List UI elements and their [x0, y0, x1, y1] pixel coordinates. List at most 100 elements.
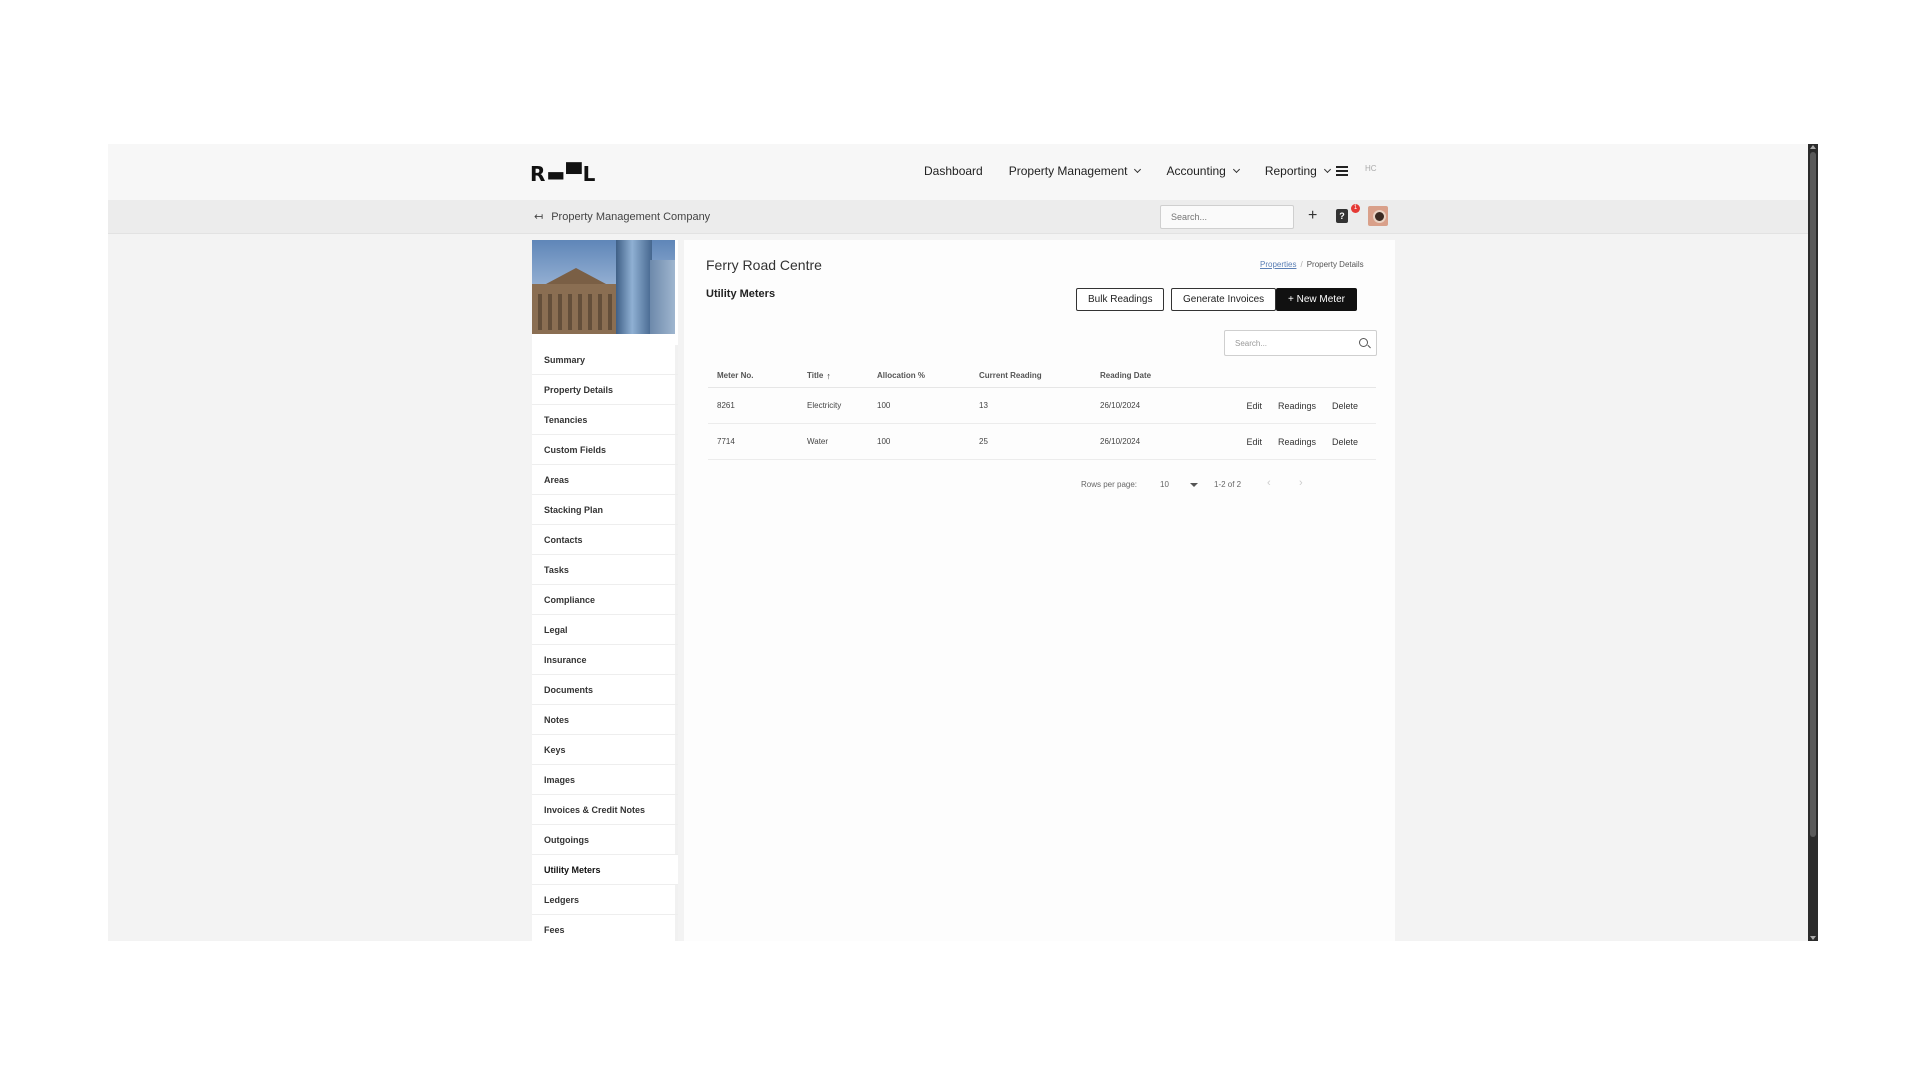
top-navigation: R▬▀L Dashboard Property Management Accou… [108, 144, 1814, 200]
edit-button[interactable]: Edit [1246, 437, 1262, 447]
scrollbar-thumb[interactable] [1810, 152, 1816, 837]
tower-shape [616, 240, 652, 334]
sidebar-item-utility-meters[interactable]: Utility Meters [532, 855, 678, 885]
scroll-up-icon[interactable] [1810, 145, 1816, 149]
sidebar-item-summary[interactable]: Summary [532, 345, 678, 375]
col-title[interactable]: Title ↑ [798, 371, 868, 381]
section-title: Utility Meters [706, 288, 776, 300]
chevron-right-icon[interactable]: › [1299, 477, 1303, 489]
sidebar-item-property-details[interactable]: Property Details [532, 375, 678, 405]
sidebar-item-legal[interactable]: Legal [532, 615, 678, 645]
readings-button[interactable]: Readings [1278, 401, 1316, 411]
cell-allocation: 100 [877, 437, 891, 446]
main-content: Ferry Road Centre Properties / Property De… [684, 240, 1395, 941]
plus-icon[interactable]: + [1308, 207, 1317, 225]
cell-meter-no: 8261 [717, 401, 735, 410]
search-placeholder: Search... [1235, 339, 1268, 348]
chevron-left-icon[interactable]: ‹ [1267, 477, 1271, 489]
sidebar-item-areas[interactable]: Areas [532, 465, 678, 495]
sidebar-item-documents[interactable]: Documents [532, 675, 678, 705]
bulk-readings-button[interactable]: Bulk Readings [1076, 288, 1165, 311]
scrollbar[interactable] [1808, 144, 1818, 941]
col-title-label: Title [807, 371, 824, 380]
cell-meter-no: 7714 [717, 437, 735, 446]
nav-reporting[interactable]: Reporting [1264, 164, 1331, 178]
breadcrumb-current: Property Details [1306, 260, 1364, 269]
generate-invoices-button[interactable]: Generate Invoices [1171, 288, 1277, 311]
sidebar-item-outgoings[interactable]: Outgoings [532, 825, 678, 855]
nav-label: Property Management [1008, 164, 1128, 178]
sidebar-item-notes[interactable]: Notes [532, 705, 678, 735]
col-reading-date[interactable]: Reading Date [1091, 371, 1231, 380]
new-meter-button[interactable]: + New Meter [1276, 288, 1357, 311]
sidebar-item-keys[interactable]: Keys [532, 735, 678, 765]
breadcrumb-separator: / [1300, 260, 1303, 269]
page-title: Ferry Road Centre [706, 257, 822, 273]
cell-allocation: 100 [877, 401, 891, 410]
help-icon[interactable]: ? [1336, 209, 1348, 223]
nav-label: Dashboard [924, 164, 983, 178]
delete-button[interactable]: Delete [1332, 437, 1358, 447]
row-actions: Edit Readings Delete [1231, 437, 1376, 447]
sidebar-item-tenancies[interactable]: Tenancies [532, 405, 678, 435]
sort-ascending-icon: ↑ [826, 370, 831, 381]
chevron-down-icon [1323, 165, 1331, 174]
cell-current-reading: 13 [979, 401, 988, 410]
nav-dashboard[interactable]: Dashboard [924, 164, 983, 178]
row-actions: Edit Readings Delete [1231, 401, 1376, 411]
sidebar-item-stacking-plan[interactable]: Stacking Plan [532, 495, 678, 525]
sidebar-item-custom-fields[interactable]: Custom Fields [532, 435, 678, 465]
property-image [532, 240, 675, 334]
sidebar-item-tasks[interactable]: Tasks [532, 555, 678, 585]
rows-per-page-select[interactable]: 10 [1160, 480, 1169, 489]
building-windows-shape [538, 294, 618, 330]
tower-shape [650, 260, 675, 334]
sidebar-item-insurance[interactable]: Insurance [532, 645, 678, 675]
cell-reading-date: 26/10/2024 [1100, 401, 1141, 410]
user-initials[interactable]: HC [1365, 164, 1377, 173]
cell-title: Electricity [807, 401, 842, 410]
chevron-down-icon [1232, 165, 1240, 174]
nav-label: Reporting [1264, 164, 1317, 178]
edit-button[interactable]: Edit [1246, 401, 1262, 411]
property-sidebar: Summary Property Details Tenancies Custom F… [532, 240, 678, 941]
cell-reading-date: 26/10/2024 [1100, 437, 1141, 446]
nav-accounting[interactable]: Accounting [1166, 164, 1240, 178]
readings-button[interactable]: Readings [1278, 437, 1316, 447]
table-header: Meter No. Title ↑ Allocation % Current Re… [708, 364, 1376, 388]
search-icon[interactable] [1359, 338, 1368, 347]
notification-badge: 1 [1351, 204, 1360, 213]
col-meter-no[interactable]: Meter No. [708, 371, 798, 380]
breadcrumb-link-properties[interactable]: Properties [1260, 260, 1296, 269]
sidebar-item-invoices-credit-notes[interactable]: Invoices & Credit Notes [532, 795, 678, 825]
col-current-reading[interactable]: Current Reading [970, 371, 1091, 380]
pagination: Rows per page: 10 1-2 of 2 ‹ › [684, 476, 1395, 496]
app-window: R▬▀L Dashboard Property Management Accou… [108, 144, 1814, 941]
col-allocation[interactable]: Allocation % [868, 371, 970, 380]
brand-logo[interactable]: R▬▀L [530, 162, 596, 186]
caret-down-icon[interactable] [1190, 483, 1198, 487]
company-switcher[interactable]: ↤ Property Management Company [534, 210, 710, 224]
scroll-down-icon[interactable] [1810, 936, 1816, 940]
sidebar-item-images[interactable]: Images [532, 765, 678, 795]
company-bar: ↤ Property Management Company + ? 1 [108, 200, 1814, 234]
back-arrow-icon: ↤ [534, 211, 544, 223]
meters-table: Meter No. Title ↑ Allocation % Current Re… [708, 364, 1376, 460]
cell-current-reading: 25 [979, 437, 988, 446]
sidebar-item-compliance[interactable]: Compliance [532, 585, 678, 615]
nav-label: Accounting [1166, 164, 1226, 178]
page-range: 1-2 of 2 [1214, 480, 1242, 489]
hamburger-menu-icon[interactable] [1336, 166, 1348, 176]
nav-property-management[interactable]: Property Management [1008, 164, 1142, 178]
sidebar-item-ledgers[interactable]: Ledgers [532, 885, 678, 915]
avatar[interactable] [1368, 206, 1388, 226]
table-search-input[interactable]: Search... [1224, 330, 1377, 356]
sidebar-item-contacts[interactable]: Contacts [532, 525, 678, 555]
breadcrumb: Properties / Property Details [1260, 260, 1364, 269]
delete-button[interactable]: Delete [1332, 401, 1358, 411]
cell-title: Water [807, 437, 829, 446]
global-search-input[interactable] [1160, 205, 1294, 229]
table-row: 8261 Electricity 100 13 26/10/2024 Edit Readin… [708, 388, 1376, 424]
sidebar-menu: Summary Property Details Tenancies Custom F… [532, 345, 678, 941]
sidebar-item-fees[interactable]: Fees [532, 915, 678, 941]
